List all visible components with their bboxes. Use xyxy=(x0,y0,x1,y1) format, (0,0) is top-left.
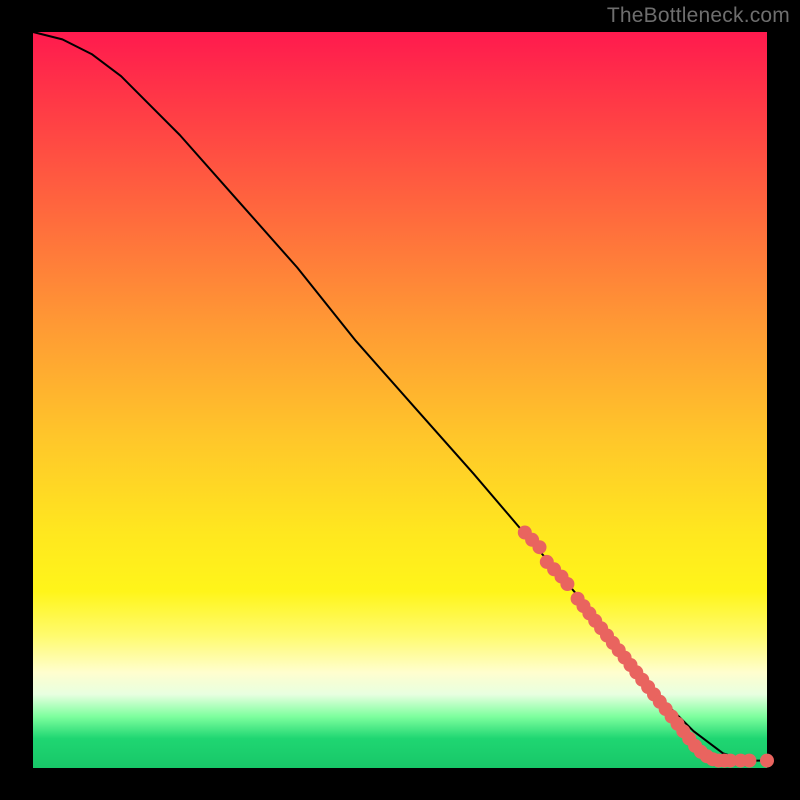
chart-overlay xyxy=(33,32,767,768)
scatter-dot xyxy=(760,754,774,768)
scatter-dots xyxy=(518,526,774,768)
watermark-text: TheBottleneck.com xyxy=(607,4,790,28)
scatter-dot xyxy=(533,540,547,554)
scatter-dot xyxy=(742,754,756,768)
scatter-dot xyxy=(560,577,574,591)
chart-stage: TheBottleneck.com xyxy=(0,0,800,800)
curve-path xyxy=(33,32,767,761)
